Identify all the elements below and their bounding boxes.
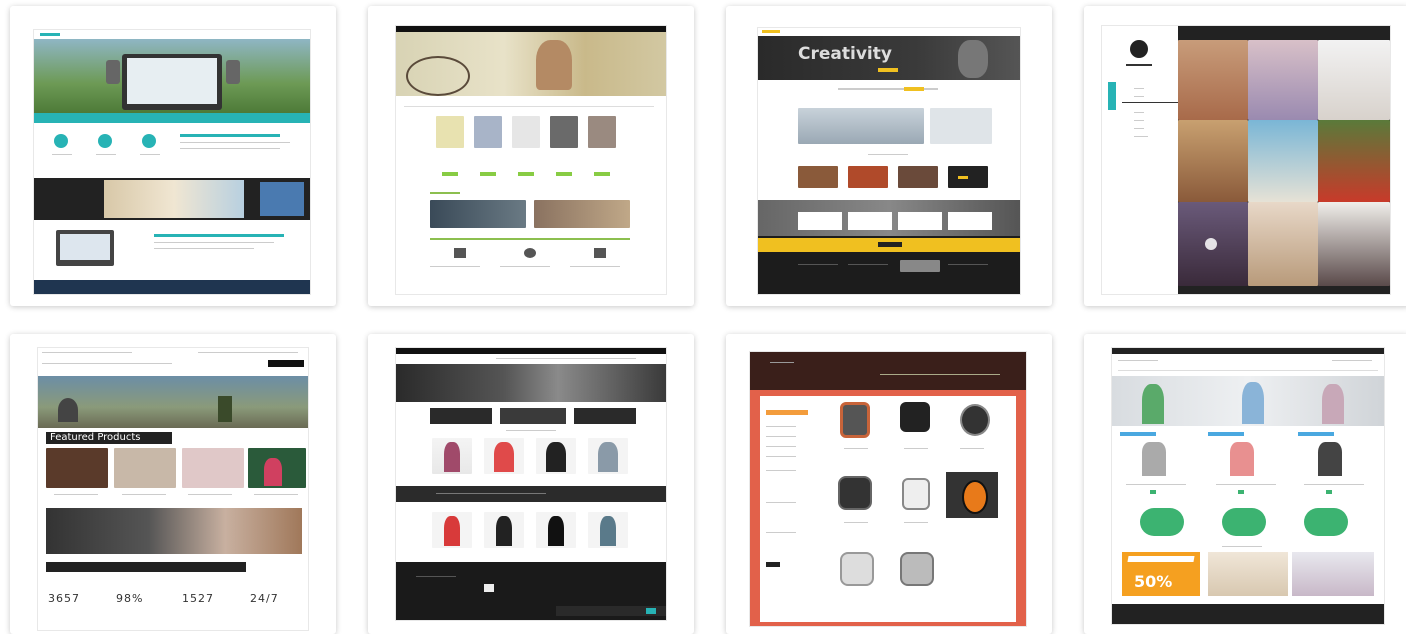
theme-preview-featured-products: Featured Products 3657 98% 1527 24/7 — [38, 348, 308, 630]
hero-title: Creativity — [798, 44, 892, 64]
theme-preview-teal-tech — [34, 30, 310, 294]
theme-thumbnail-2[interactable] — [368, 6, 694, 306]
theme-preview-bike-fashion — [396, 26, 666, 294]
theme-thumbnail-3[interactable]: Creativity — [726, 6, 1052, 306]
theme-thumbnail-5[interactable]: Featured Products 3657 98% 1527 24/7 — [10, 334, 336, 634]
stat-1: 3657 — [48, 592, 80, 605]
stat-2: 98% — [116, 592, 144, 605]
theme-thumbnail-6[interactable] — [368, 334, 694, 634]
theme-thumbnail-1[interactable] — [10, 6, 336, 306]
hero-image — [38, 376, 308, 428]
hero-image — [396, 364, 666, 402]
featured-products-heading: Featured Products — [50, 432, 141, 443]
store-header — [750, 352, 1026, 390]
theme-thumbnail-4[interactable] — [1084, 6, 1406, 306]
promo-discount: 50% — [1134, 572, 1173, 591]
theme-thumbnail-8[interactable]: 50% — [1084, 334, 1406, 634]
theme-preview-fashion-grid — [1102, 26, 1390, 294]
theme-preview-creativity: Creativity — [758, 28, 1020, 294]
theme-preview-dark-fashion — [396, 348, 666, 620]
theme-thumbnail-7[interactable] — [726, 334, 1052, 634]
stat-3: 1527 — [182, 592, 214, 605]
theme-preview-green-shop: 50% — [1112, 348, 1384, 624]
stat-4: 24/7 — [250, 592, 279, 605]
theme-preview-watch-store — [750, 352, 1026, 626]
